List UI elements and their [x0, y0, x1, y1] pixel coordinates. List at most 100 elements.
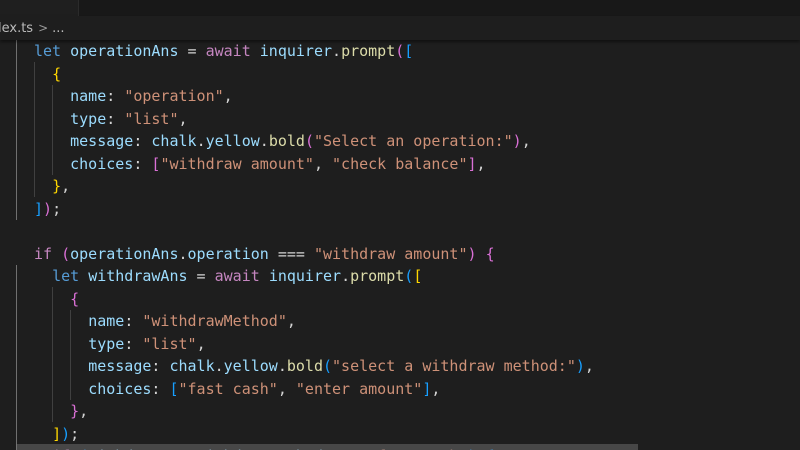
code-line[interactable]: },: [34, 175, 594, 198]
code-token: withdrawAns: [88, 267, 188, 285]
code-line[interactable]: name: "operation",: [34, 85, 594, 108]
code-line[interactable]: let withdrawAns = await inquirer.prompt(…: [34, 265, 594, 288]
code-token: ): [512, 132, 522, 150]
breadcrumb-file[interactable]: lex.ts: [0, 21, 33, 36]
code-line[interactable]: type: "list",: [34, 108, 594, 131]
code-line[interactable]: {: [34, 63, 594, 86]
code-token: operation: [187, 244, 269, 263]
breadcrumb-chevron-icon: >: [38, 21, 49, 35]
code-token: "Select an operation:": [313, 132, 513, 150]
code-token: ): [43, 199, 53, 218]
horizontal-scrollbar[interactable]: [16, 444, 638, 450]
code-line[interactable]: choices: ["withdraw amount", "check bala…: [34, 153, 594, 176]
code-line[interactable]: name: "withdrawMethod",: [34, 310, 594, 333]
code-token: type: [70, 109, 107, 128]
code-line[interactable]: message: chalk.yellow.bold("Select an op…: [34, 130, 594, 153]
tab-bar: [0, 0, 800, 16]
code-token: .: [196, 132, 206, 150]
code-token: await: [205, 42, 251, 60]
code-token: ,: [277, 379, 296, 398]
code-token: }: [70, 402, 80, 420]
code-line[interactable]: choices: ["fast cash", "enter amount"],: [34, 378, 594, 401]
code-line[interactable]: ]);: [34, 198, 594, 221]
code-token: .: [214, 357, 224, 375]
code-token: :: [151, 357, 170, 375]
code-token: ,: [61, 177, 71, 195]
code-token: message: [88, 357, 152, 375]
code-token: (: [61, 244, 71, 263]
code-line[interactable]: let operationAns = await inquirer.prompt…: [34, 40, 594, 63]
code-token: ,: [313, 154, 333, 173]
code-token: {: [485, 244, 495, 263]
breadcrumb: lex.ts > ...: [0, 16, 800, 40]
code-token: ,: [431, 379, 441, 398]
code-token: "withdraw amount": [160, 154, 314, 173]
code-token: (: [304, 132, 314, 150]
code-token: bold: [268, 132, 305, 150]
code-token: prompt: [350, 267, 405, 285]
code-token: [: [413, 267, 423, 285]
code-line[interactable]: ]);: [34, 423, 594, 446]
code-token: :: [124, 334, 143, 353]
code-token: }: [52, 177, 62, 195]
tab-fragment[interactable]: [0, 0, 79, 16]
code-token: inquirer: [268, 267, 342, 285]
code-line[interactable]: {: [34, 288, 594, 311]
code-token: operationAns: [70, 42, 179, 60]
code-line[interactable]: message: chalk.yellow.bold("select a wit…: [34, 355, 594, 378]
breadcrumb-more[interactable]: ...: [52, 21, 64, 36]
code-token: operationAns: [70, 244, 179, 263]
code-token: =: [187, 267, 215, 285]
code-token: ;: [52, 199, 62, 218]
code-token: ]: [34, 199, 44, 218]
code-token: inquirer: [259, 42, 333, 60]
code-token: [: [169, 379, 179, 398]
code-token: "fast cash": [178, 379, 278, 398]
code-token: "withdraw amount": [313, 244, 468, 263]
code-line[interactable]: [34, 220, 594, 243]
code-token: ]: [52, 424, 62, 443]
code-token: ,: [476, 154, 486, 173]
code-line[interactable]: },: [34, 400, 594, 423]
code-content[interactable]: let operationAns = await inquirer.prompt…: [34, 40, 594, 450]
code-token: .: [277, 357, 287, 375]
code-token: choices: [88, 379, 152, 398]
code-token: "list": [142, 334, 197, 353]
code-token: yellow: [223, 357, 278, 375]
code-token: =: [178, 42, 206, 60]
code-editor[interactable]: let operationAns = await inquirer.prompt…: [0, 40, 800, 450]
code-token: ,: [178, 109, 188, 128]
code-token: ===: [268, 244, 314, 263]
code-line[interactable]: if (operationAns.operation === "withdraw…: [34, 243, 594, 266]
code-token: yellow: [205, 132, 260, 150]
code-token: if: [34, 244, 53, 263]
code-token: ,: [521, 132, 531, 150]
code-token: (: [323, 357, 333, 375]
code-token: message: [70, 132, 134, 150]
code-token: :: [133, 132, 152, 150]
code-token: ): [61, 424, 71, 443]
code-token: ;: [70, 424, 80, 443]
code-token: ): [575, 357, 585, 375]
code-token: .: [259, 132, 269, 150]
code-line[interactable]: type: "list",: [34, 333, 594, 356]
code-token: :: [151, 379, 170, 398]
code-token: "list": [124, 109, 179, 128]
code-token: "withdrawMethod": [142, 312, 287, 330]
code-token: {: [52, 64, 62, 83]
indent-guide: [16, 40, 17, 220]
code-token: name: [70, 87, 107, 105]
